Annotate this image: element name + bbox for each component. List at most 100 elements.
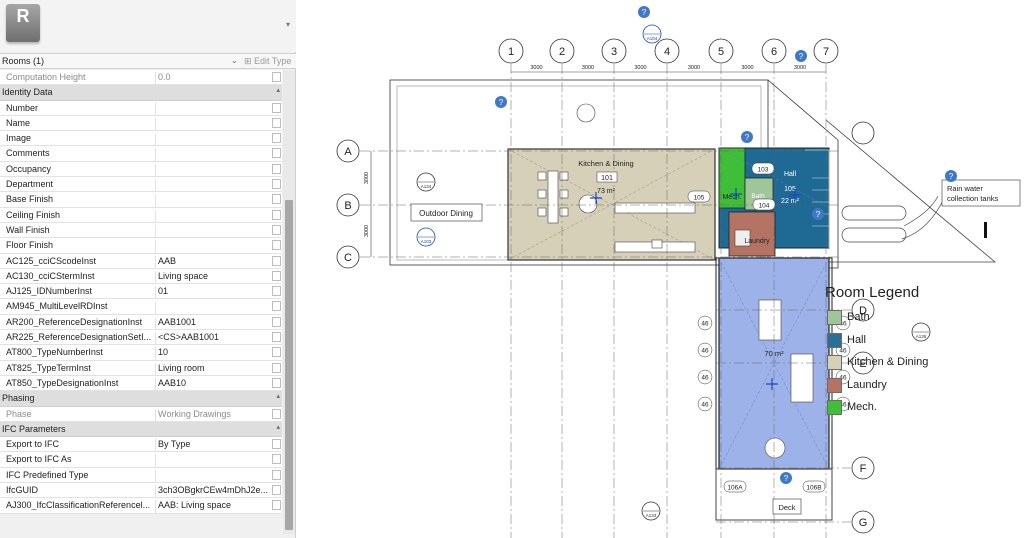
property-value[interactable]: AAB bbox=[155, 255, 271, 269]
associate-parameter-button[interactable] bbox=[272, 209, 281, 220]
property-name: AC130_cciCStermInst bbox=[6, 270, 95, 281]
property-row[interactable]: AJ125_IDNumberInst 01 bbox=[0, 284, 282, 300]
property-row[interactable]: Export to IFC By Type bbox=[0, 437, 282, 453]
property-row[interactable]: Occupancy bbox=[0, 161, 282, 178]
associate-parameter-button[interactable] bbox=[272, 316, 281, 327]
instance-selector[interactable]: Rooms (1) ⌄ ⊞ Edit Type bbox=[0, 53, 296, 69]
property-row[interactable]: Computation Height 0.0 bbox=[0, 70, 282, 86]
property-row[interactable]: AT800_TypeNumberInst 10 bbox=[0, 345, 282, 361]
grid-column-label: 3 bbox=[611, 46, 617, 58]
property-value[interactable]: By Type bbox=[155, 439, 271, 453]
property-row[interactable]: AC125_cciCScodeInst AAB bbox=[0, 253, 282, 269]
property-value[interactable] bbox=[155, 117, 271, 131]
type-dropdown-arrow-icon[interactable]: ▾ bbox=[286, 20, 290, 29]
property-row[interactable]: Phase Working Drawings bbox=[0, 406, 282, 422]
property-value[interactable] bbox=[155, 102, 271, 116]
associate-parameter-button[interactable] bbox=[272, 102, 281, 113]
grid-bubble[interactable] bbox=[851, 121, 875, 145]
property-value[interactable] bbox=[155, 133, 271, 147]
property-value[interactable]: AAB10 bbox=[155, 377, 271, 391]
legend-item: Laundry bbox=[825, 377, 975, 401]
property-value[interactable] bbox=[155, 179, 271, 193]
associate-parameter-button[interactable] bbox=[272, 454, 281, 465]
property-value[interactable] bbox=[155, 163, 271, 177]
associate-parameter-button[interactable] bbox=[272, 408, 281, 419]
properties-scrollbar[interactable] bbox=[283, 70, 295, 534]
property-row[interactable]: AT825_TypeTermInst Living room bbox=[0, 360, 282, 376]
property-row[interactable]: AM945_MultiLevelRDInst bbox=[0, 299, 282, 315]
property-group-header[interactable]: Phasing ▴ bbox=[0, 391, 282, 407]
property-name: AT800_TypeNumberInst bbox=[6, 347, 103, 358]
chevron-down-icon[interactable]: ⌄ bbox=[231, 56, 238, 65]
dimension-text: 3000 bbox=[794, 65, 806, 71]
property-group-header[interactable]: IFC Parameters ▴ bbox=[0, 421, 282, 438]
property-row[interactable]: AC130_cciCStermInst Living space bbox=[0, 268, 282, 285]
property-value[interactable]: <CS>AAB1001 bbox=[155, 332, 271, 346]
floor-plan-canvas[interactable]: 1 2 3 4 5 6 73000 3000 3000 3000 3000 3000ABCDEFG30… bbox=[297, 0, 1024, 538]
associate-parameter-button[interactable] bbox=[272, 224, 281, 235]
associate-parameter-button[interactable] bbox=[272, 148, 281, 159]
associate-parameter-button[interactable] bbox=[272, 439, 281, 450]
property-value[interactable] bbox=[155, 224, 271, 238]
collapse-caret-icon[interactable]: ▴ bbox=[276, 392, 280, 400]
property-value[interactable]: Living space bbox=[155, 270, 271, 284]
property-row[interactable]: Ceiling Finish bbox=[0, 207, 282, 223]
property-row[interactable]: Name bbox=[0, 115, 282, 132]
associate-parameter-button[interactable] bbox=[272, 347, 281, 358]
property-row[interactable]: AJ300_IfcClassificationReferencel... AAB:… bbox=[0, 498, 282, 514]
associate-parameter-button[interactable] bbox=[272, 500, 281, 511]
associate-parameter-button[interactable] bbox=[272, 72, 281, 82]
collapse-caret-icon[interactable]: ▴ bbox=[276, 423, 280, 431]
property-row[interactable]: AR200_ReferenceDesignationInst AAB1001 bbox=[0, 314, 282, 331]
property-value[interactable] bbox=[155, 454, 271, 468]
associate-parameter-button[interactable] bbox=[272, 301, 281, 312]
property-row[interactable]: Number bbox=[0, 100, 282, 116]
property-name: Export to IFC bbox=[6, 439, 60, 450]
associate-parameter-button[interactable] bbox=[272, 270, 281, 281]
door-tag-label: 104 bbox=[759, 203, 770, 210]
property-row[interactable]: IFC Predefined Type bbox=[0, 467, 282, 484]
property-row[interactable]: Department bbox=[0, 177, 282, 193]
associate-parameter-button[interactable] bbox=[272, 240, 281, 251]
property-value[interactable]: 3ch3OBgkrCEw4mDhJ2e... bbox=[155, 485, 271, 499]
property-value[interactable] bbox=[155, 194, 271, 208]
associate-parameter-button[interactable] bbox=[272, 485, 281, 496]
property-group-header[interactable]: Identity Data ▴ bbox=[0, 85, 282, 101]
property-row[interactable]: AT850_TypeDesignationInst AAB10 bbox=[0, 375, 282, 392]
property-value[interactable] bbox=[155, 209, 271, 223]
property-name: Comments bbox=[6, 148, 50, 159]
associate-parameter-button[interactable] bbox=[272, 194, 281, 205]
instance-type-select[interactable]: Rooms (1) bbox=[2, 56, 44, 66]
property-row[interactable]: AR225_ReferenceDesignationSetI... <CS>AAB… bbox=[0, 330, 282, 346]
property-value[interactable] bbox=[155, 301, 271, 315]
associate-parameter-button[interactable] bbox=[272, 332, 281, 343]
associate-parameter-button[interactable] bbox=[272, 286, 281, 297]
edit-type-button[interactable]: ⊞ Edit Type bbox=[244, 56, 291, 67]
scrollbar-thumb[interactable] bbox=[285, 200, 293, 530]
property-row[interactable]: Image bbox=[0, 131, 282, 147]
associate-parameter-button[interactable] bbox=[272, 377, 281, 388]
property-row[interactable]: IfcGUID 3ch3OBgkrCEw4mDhJ2e... bbox=[0, 483, 282, 499]
collapse-caret-icon[interactable]: ▴ bbox=[276, 86, 280, 94]
property-row[interactable]: Comments bbox=[0, 146, 282, 162]
property-row[interactable]: Floor Finish bbox=[0, 238, 282, 254]
property-value[interactable]: Living room bbox=[155, 362, 271, 376]
property-value[interactable] bbox=[155, 148, 271, 162]
associate-parameter-button[interactable] bbox=[272, 255, 281, 266]
property-row[interactable]: Export to IFC As bbox=[0, 452, 282, 468]
floor-plan-view[interactable]: 1 2 3 4 5 6 7 3000 3000 3000 3000 3000 3000 A B C D E F G 30… bbox=[297, 0, 1024, 538]
property-value[interactable] bbox=[155, 469, 271, 483]
associate-parameter-button[interactable] bbox=[272, 117, 281, 128]
property-row[interactable]: Wall Finish bbox=[0, 222, 282, 239]
property-value[interactable]: AAB1001 bbox=[155, 316, 271, 330]
associate-parameter-button[interactable] bbox=[272, 163, 281, 174]
associate-parameter-button[interactable] bbox=[272, 469, 281, 480]
associate-parameter-button[interactable] bbox=[272, 179, 281, 190]
property-value[interactable]: AAB: Living space bbox=[155, 500, 271, 514]
property-row[interactable]: Base Finish bbox=[0, 192, 282, 208]
associate-parameter-button[interactable] bbox=[272, 133, 281, 144]
associate-parameter-button[interactable] bbox=[272, 362, 281, 373]
property-value[interactable] bbox=[155, 240, 271, 254]
property-value[interactable]: 01 bbox=[155, 286, 271, 300]
property-value[interactable]: 10 bbox=[155, 347, 271, 361]
